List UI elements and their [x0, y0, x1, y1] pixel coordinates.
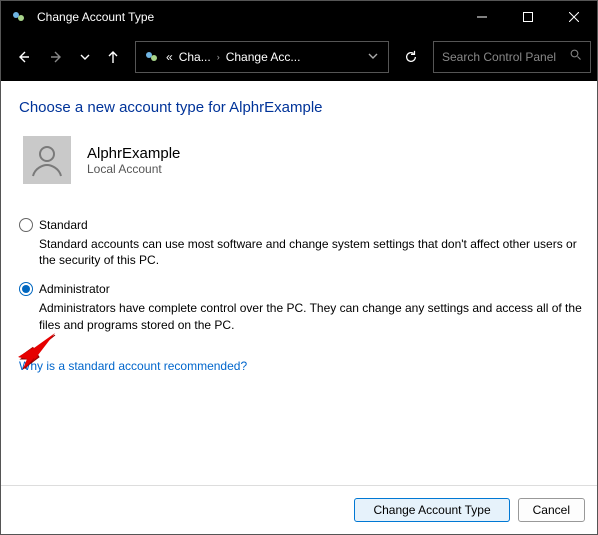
- radio-desc-standard: Standard accounts can use most software …: [39, 236, 587, 268]
- address-bar[interactable]: « Cha... › Change Acc...: [135, 41, 389, 73]
- account-block: AlphrExample Local Account: [23, 136, 587, 184]
- account-subtitle: Local Account: [87, 162, 180, 176]
- search-icon: [570, 48, 582, 66]
- change-account-type-button[interactable]: Change Account Type: [354, 498, 509, 522]
- up-button[interactable]: [97, 41, 129, 73]
- radio-label-administrator: Administrator: [39, 282, 110, 296]
- radio-desc-administrator: Administrators have complete control ove…: [39, 300, 587, 332]
- radio-icon: [19, 218, 33, 232]
- breadcrumb-prefix: «: [166, 50, 173, 64]
- radio-option-administrator[interactable]: Administrator Administrators have comple…: [19, 282, 587, 332]
- history-dropdown-button[interactable]: [75, 41, 95, 73]
- account-name: AlphrExample: [87, 145, 180, 162]
- breadcrumb-seg-1[interactable]: Cha...: [179, 50, 211, 64]
- radio-label-standard: Standard: [39, 218, 88, 232]
- refresh-button[interactable]: [395, 41, 427, 73]
- content: Choose a new account type for AlphrExamp…: [1, 81, 597, 485]
- forward-button[interactable]: [41, 41, 73, 73]
- radio-icon-selected: [19, 282, 33, 296]
- recommended-link[interactable]: Why is a standard account recommended?: [19, 359, 247, 373]
- navbar: « Cha... › Change Acc... Search Control …: [1, 33, 597, 81]
- window-title: Change Account Type: [37, 10, 459, 24]
- search-placeholder: Search Control Panel: [442, 50, 570, 64]
- breadcrumb: « Cha... › Change Acc...: [166, 50, 300, 64]
- search-input[interactable]: Search Control Panel: [433, 41, 591, 73]
- page-title: Choose a new account type for AlphrExamp…: [19, 99, 587, 116]
- radio-option-standard[interactable]: Standard Standard accounts can use most …: [19, 218, 587, 268]
- maximize-button[interactable]: [505, 1, 551, 33]
- address-dropdown-button[interactable]: [364, 48, 382, 66]
- avatar: [23, 136, 71, 184]
- footer: Change Account Type Cancel: [1, 485, 597, 534]
- breadcrumb-seg-2[interactable]: Change Acc...: [226, 50, 301, 64]
- cancel-button[interactable]: Cancel: [518, 498, 585, 522]
- close-button[interactable]: [551, 1, 597, 33]
- back-button[interactable]: [7, 41, 39, 73]
- chevron-right-icon: ›: [217, 52, 220, 62]
- minimize-button[interactable]: [459, 1, 505, 33]
- account-type-radio-group: Standard Standard accounts can use most …: [19, 218, 587, 333]
- titlebar: Change Account Type: [1, 1, 597, 33]
- app-icon: [9, 7, 29, 27]
- address-icon: [142, 47, 162, 67]
